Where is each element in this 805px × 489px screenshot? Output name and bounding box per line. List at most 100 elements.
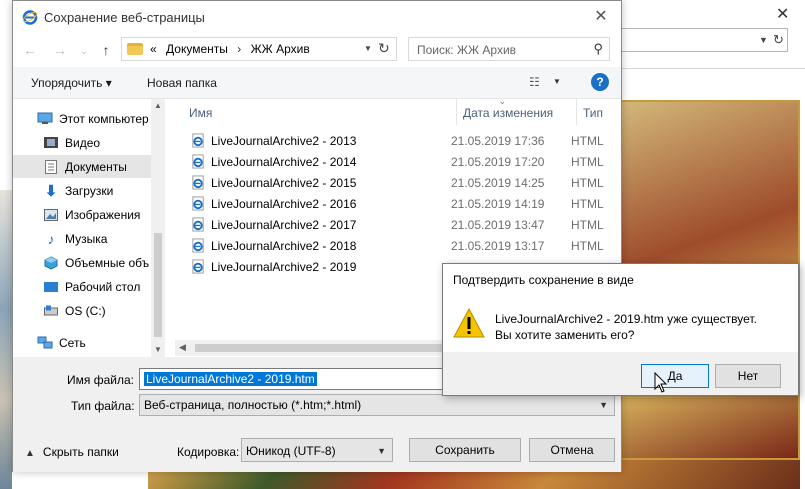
music-icon: ♪ — [47, 230, 55, 247]
browser-address-bar[interactable]: ▼ ↻ — [620, 28, 788, 52]
dialog-title: Сохранение веб-страницы — [44, 10, 205, 25]
pictures-icon — [43, 208, 59, 222]
sidebar-item-downloads[interactable]: ⬇ Загрузки — [13, 179, 151, 202]
chevron-up-icon: ▲ — [25, 448, 35, 459]
sidebar-item-3d-objects[interactable]: Объемные объ — [13, 251, 151, 274]
forward-icon[interactable]: → — [51, 42, 69, 58]
address-dropdown-icon[interactable]: ▼ — [364, 44, 372, 53]
no-button[interactable]: Нет — [715, 364, 781, 388]
close-icon[interactable]: ✕ — [591, 6, 611, 26]
sidebar-item-label: Объемные объ — [65, 255, 150, 270]
file-type: HTML — [571, 134, 604, 148]
address-bar[interactable]: « Документы › ЖЖ Архив ▼ ↻ — [121, 37, 397, 61]
file-name: LiveJournalArchive2 - 2015 — [211, 176, 357, 190]
sidebar-item-video[interactable]: Видео — [13, 131, 151, 154]
breadcrumb-prefix[interactable]: « — [150, 42, 157, 56]
sidebar-item-label: Документы — [65, 159, 127, 174]
save-button[interactable]: Сохранить — [409, 438, 521, 462]
encoding-select[interactable]: Юникод (UTF-8) ▼ — [241, 438, 393, 462]
new-folder-button[interactable]: Новая папка — [147, 76, 217, 90]
up-icon[interactable]: ↑ — [97, 42, 115, 58]
search-placeholder: Поиск: ЖЖ Архив — [417, 43, 517, 57]
sidebar-item-label: Загрузки — [65, 183, 114, 198]
sidebar-item-documents[interactable]: Документы — [13, 155, 151, 178]
scrollbar-thumb[interactable] — [154, 233, 162, 337]
back-icon[interactable]: ← — [21, 42, 39, 58]
dialog-titlebar: Сохранение веб-страницы ✕ — [13, 1, 621, 33]
table-row[interactable]: LiveJournalArchive2 - 2014 21.05.2019 17:… — [187, 151, 607, 172]
refresh-icon[interactable]: ↻ — [773, 32, 784, 48]
sidebar-item-pictures[interactable]: Изображения — [13, 203, 151, 226]
help-icon[interactable]: ? — [591, 73, 609, 91]
scroll-down-icon[interactable]: ▼ — [154, 345, 162, 354]
sidebar-item-music[interactable]: ♪ Музыка — [13, 227, 151, 250]
breadcrumb-documents[interactable]: Документы — [166, 42, 228, 56]
ie-file-icon — [192, 238, 204, 253]
column-header-type[interactable]: Тип — [583, 99, 623, 125]
file-type: HTML — [571, 176, 604, 190]
column-header-date[interactable]: Дата изменения — [463, 99, 577, 125]
network-icon — [37, 336, 53, 350]
navigation-pane: Этот компьютер Видео Документы ⬇ Загрузк… — [13, 99, 165, 357]
table-row[interactable]: LiveJournalArchive2 - 2016 21.05.2019 14:… — [187, 193, 607, 214]
search-icon[interactable]: ⚲ — [593, 41, 603, 57]
file-type: HTML — [571, 197, 604, 211]
browser-address-area: ▼ ↻ — [620, 28, 796, 54]
table-row[interactable]: LiveJournalArchive2 - 2017 21.05.2019 13:… — [187, 214, 607, 235]
chevron-down-icon[interactable]: ▼ — [377, 446, 386, 456]
column-header-name[interactable]: Имя — [189, 99, 457, 125]
column-header-label: Имя — [189, 106, 213, 120]
hide-folders-button[interactable]: ▲ Скрыть папки — [25, 445, 119, 459]
cancel-button[interactable]: Отмена — [529, 438, 615, 462]
breadcrumb-chevron-icon[interactable]: › — [237, 42, 241, 56]
filename-label: Имя файла: — [67, 373, 134, 387]
file-date: 21.05.2019 17:20 — [451, 155, 545, 169]
file-type: HTML — [571, 218, 604, 232]
ie-icon — [22, 10, 38, 25]
ie-file-icon — [192, 217, 204, 232]
table-row[interactable]: LiveJournalArchive2 - 2013 21.05.2019 17:… — [187, 130, 607, 151]
filetype-select[interactable]: Веб-страница, полностью (*.htm;*.html) ▼ — [139, 394, 615, 416]
view-options-icon[interactable]: ☷ — [529, 75, 540, 89]
address-dropdown-icon[interactable]: ▼ — [759, 35, 768, 45]
confirm-body: LiveJournalArchive2 - 2019.htm уже сущес… — [443, 294, 798, 352]
ie-file-icon — [192, 196, 204, 211]
page-left-image — [0, 190, 12, 489]
refresh-icon[interactable]: ↻ — [378, 40, 390, 57]
documents-icon — [43, 159, 59, 174]
table-row[interactable]: LiveJournalArchive2 - 2015 21.05.2019 14:… — [187, 172, 607, 193]
drive-icon — [43, 304, 59, 318]
organize-button[interactable]: Упорядочить ▾ — [31, 76, 112, 90]
filetype-label: Тип файла: — [71, 399, 135, 413]
video-icon — [43, 136, 59, 150]
scroll-up-icon[interactable]: ▲ — [154, 101, 162, 110]
ie-file-icon — [192, 133, 204, 148]
sidebar-item-network[interactable]: Сеть — [13, 331, 151, 354]
search-input[interactable]: Поиск: ЖЖ Архив ⚲ — [408, 37, 610, 61]
file-date: 21.05.2019 17:36 — [451, 134, 545, 148]
sidebar-item-this-pc[interactable]: Этот компьютер — [13, 107, 151, 130]
scroll-left-icon[interactable]: ◀ — [179, 342, 186, 353]
confirm-message-line2: Вы хотите заменить его? — [495, 328, 635, 342]
downloads-icon: ⬇ — [44, 182, 58, 200]
save-dialog: Сохранение веб-страницы ✕ ← → ⌄ ↑ « Доку… — [12, 0, 622, 472]
file-date: 21.05.2019 14:25 — [451, 176, 545, 190]
table-row[interactable]: LiveJournalArchive2 - 2018 21.05.2019 13:… — [187, 235, 607, 256]
tab-close-icon[interactable]: ✕ — [776, 4, 789, 24]
navigation-pane-scrollbar[interactable]: ▲ ▼ — [151, 99, 165, 357]
sidebar-item-os-c[interactable]: OS (C:) — [13, 299, 151, 322]
file-name: LiveJournalArchive2 - 2013 — [211, 134, 357, 148]
command-bar: Упорядочить ▾ Новая папка ☷ ▼ ? — [13, 67, 621, 99]
hide-folders-label: Скрыть папки — [42, 445, 119, 459]
computer-icon — [37, 112, 53, 126]
yes-button[interactable]: Да — [641, 364, 709, 388]
recent-locations-icon[interactable]: ⌄ — [75, 46, 93, 57]
chevron-down-icon[interactable]: ▼ — [599, 400, 608, 410]
breadcrumb-lj-archive[interactable]: ЖЖ Архив — [251, 42, 310, 56]
encoding-value: Юникод (UTF-8) — [246, 444, 336, 458]
navigation-bar: ← → ⌄ ↑ « Документы › ЖЖ Архив ▼ ↻ Поиск… — [13, 33, 621, 67]
view-dropdown-icon[interactable]: ▼ — [553, 77, 561, 86]
sidebar-item-label: Музыка — [65, 231, 108, 246]
sidebar-item-desktop[interactable]: Рабочий стол — [13, 275, 151, 298]
file-date: 21.05.2019 14:19 — [451, 197, 545, 211]
